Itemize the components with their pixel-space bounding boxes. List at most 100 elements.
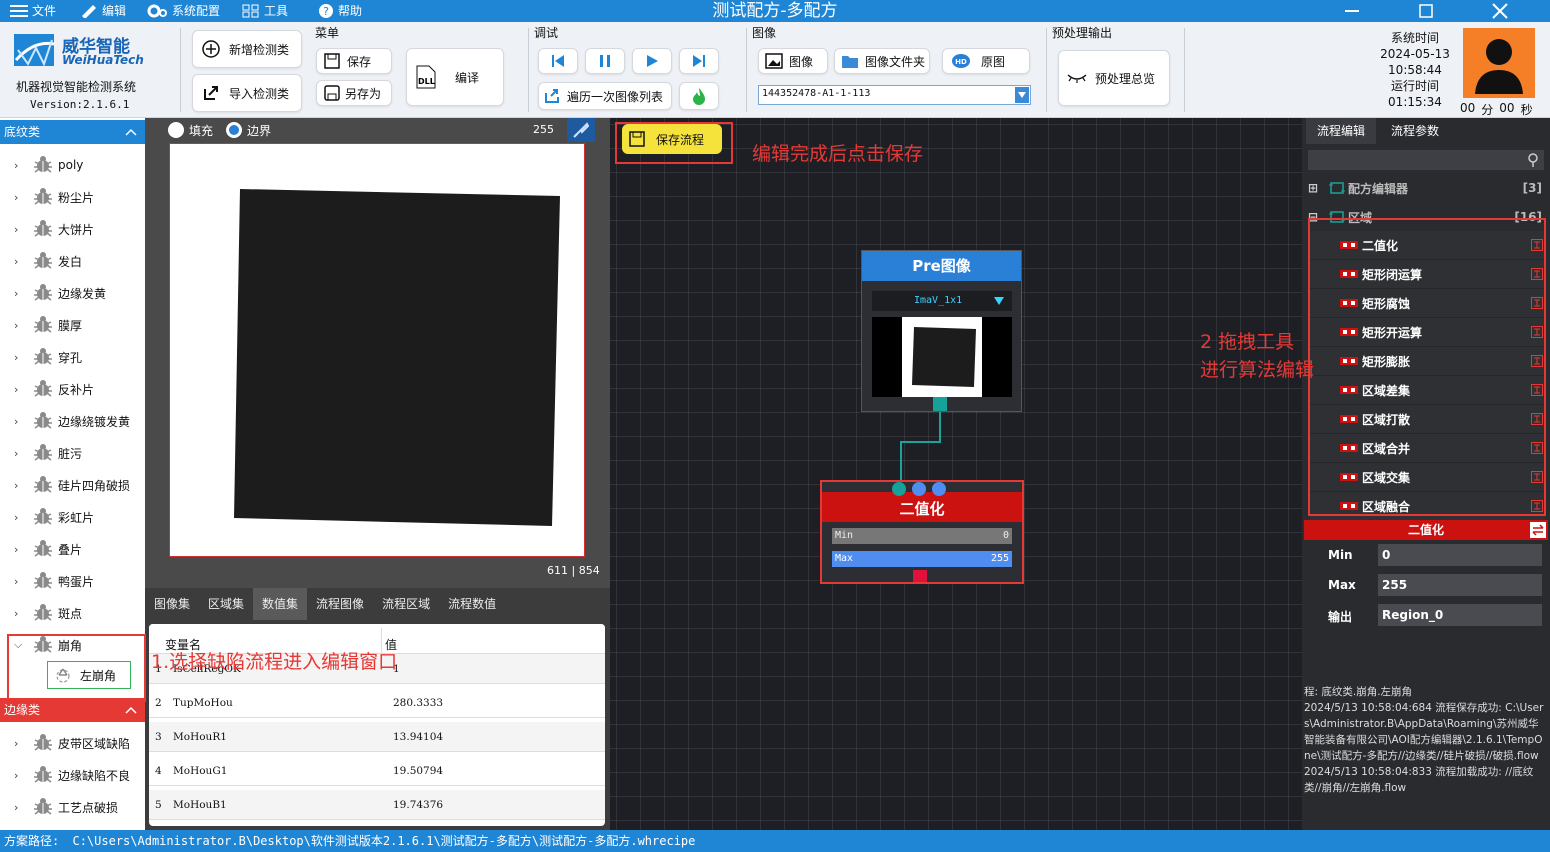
image-display[interactable] [169, 143, 585, 557]
add-detect-button[interactable]: 新增检测类 [192, 30, 302, 68]
input-port[interactable] [892, 482, 906, 496]
image-folder-button[interactable]: 图像文件夹 [834, 48, 930, 74]
border-radio[interactable]: 边界 [225, 121, 271, 139]
tree-item[interactable]: › poly [0, 149, 145, 181]
table-row[interactable]: 3 MoHouR1 13.94104 [149, 722, 605, 752]
original-image-button[interactable]: HD 原图 [942, 48, 1030, 74]
tree-item[interactable]: › 彩虹片 [0, 501, 145, 533]
chevron-right-icon[interactable]: › [14, 511, 28, 524]
param-input[interactable]: Region_0 [1378, 604, 1542, 626]
tree-item[interactable]: › 粉尘片 [0, 181, 145, 213]
pre-node-select[interactable]: ImaV_1x1 [872, 291, 1012, 311]
tree-item[interactable]: › 反补片 [0, 373, 145, 405]
tree-item[interactable]: › 工艺点破损 [0, 791, 145, 823]
tab-1[interactable]: 区域集 [199, 588, 253, 620]
save-as-button[interactable]: 另存为 [316, 80, 392, 106]
output-port[interactable] [913, 570, 927, 582]
run-button[interactable] [679, 82, 719, 110]
flow-canvas[interactable]: 保存流程 Pre图像 ImaV_1x1 二值化 Min 0 Max 255 [610, 118, 1302, 830]
import-detect-button[interactable]: 导入检测类 [192, 74, 302, 112]
chevron-right-icon[interactable]: › [14, 543, 28, 556]
image-select[interactable]: 144352478-A1-1-113 [758, 85, 1031, 105]
output-port[interactable] [933, 397, 947, 411]
last-image-button[interactable] [679, 48, 719, 74]
play-button[interactable] [632, 48, 672, 74]
menu-edit[interactable]: 编辑 [80, 0, 126, 22]
compile-button[interactable]: DLL 编译 [406, 48, 504, 106]
menu-help[interactable]: ? 帮助 [318, 0, 362, 22]
tree-item[interactable]: › 鸭蛋片 [0, 565, 145, 597]
param-toggle-button[interactable] [1530, 522, 1546, 538]
tree-item[interactable]: › 大饼片 [0, 213, 145, 245]
expand-icon: ⊞ [1308, 181, 1319, 195]
chevron-right-icon[interactable]: › [14, 479, 28, 492]
menu-tools[interactable]: 工具 [242, 0, 288, 22]
pre-image-node[interactable]: Pre图像 ImaV_1x1 [861, 250, 1022, 412]
tree-item[interactable]: › 膜厚 [0, 309, 145, 341]
chevron-right-icon[interactable]: › [14, 801, 28, 814]
binarize-node[interactable]: 二值化 Min 0 Max 255 [820, 480, 1024, 584]
param-input[interactable]: 0 [1378, 544, 1542, 566]
tree-item[interactable]: › 边缘缺陷不良 [0, 759, 145, 791]
minimize-button[interactable] [1332, 0, 1372, 22]
close-button[interactable] [1480, 0, 1520, 22]
traverse-button[interactable]: 遍历一次图像列表 [538, 82, 672, 110]
tab-3[interactable]: 流程图像 [307, 588, 373, 620]
menu-file[interactable]: 文件 [10, 0, 56, 22]
tree-item[interactable]: › 边缘发黄 [0, 277, 145, 309]
tree-item[interactable]: › 穿孔 [0, 341, 145, 373]
menu-sysconfig[interactable]: 系统配置 [146, 0, 220, 22]
chevron-right-icon[interactable]: › [14, 191, 28, 204]
tree-item[interactable]: › 皮带区域缺陷 [0, 727, 145, 759]
chevron-right-icon[interactable]: › [14, 351, 28, 364]
tree-item[interactable]: › 发白 [0, 245, 145, 277]
tree-item[interactable]: › 斑点 [0, 597, 145, 629]
tree-item[interactable]: › 边缘绕镀发黄 [0, 405, 145, 437]
tab-flow-params[interactable]: 流程参数 [1380, 118, 1450, 144]
tree-item[interactable]: › 硅片四角破损 [0, 469, 145, 501]
tab-flow-edit[interactable]: 流程编辑 [1306, 118, 1376, 144]
maximize-button[interactable] [1406, 0, 1446, 22]
fill-radio[interactable]: 填充 [167, 121, 213, 139]
brush-button[interactable] [567, 118, 595, 142]
min-slider[interactable]: Min 0 [832, 528, 1012, 544]
tab-5[interactable]: 流程数值 [439, 588, 505, 620]
table-row[interactable]: 2 TupMoHou 280.3333 [149, 688, 605, 718]
chevron-right-icon[interactable]: › [14, 415, 28, 428]
max-slider[interactable]: Max 255 [832, 551, 1012, 567]
chevron-right-icon[interactable]: › [14, 159, 28, 172]
table-row[interactable]: 5 MoHouB1 19.74376 [149, 790, 605, 820]
tool-search-input[interactable] [1308, 150, 1544, 170]
chevron-right-icon[interactable]: › [14, 383, 28, 396]
chevron-right-icon[interactable]: › [14, 287, 28, 300]
tab-0[interactable]: 图像集 [145, 588, 199, 620]
bug-icon [34, 219, 52, 237]
chevron-right-icon[interactable]: › [14, 319, 28, 332]
input-port[interactable] [912, 482, 926, 496]
chevron-right-icon[interactable]: › [14, 447, 28, 460]
avatar[interactable] [1463, 28, 1535, 98]
tree-item[interactable]: › 叠片 [0, 533, 145, 565]
tree-root[interactable]: ⊞ 配方编辑器 [3] [1308, 180, 1544, 196]
chevron-right-icon[interactable]: › [14, 737, 28, 750]
param-input[interactable]: 255 [1378, 574, 1542, 596]
chevron-right-icon[interactable]: › [14, 255, 28, 268]
first-image-button[interactable] [538, 48, 578, 74]
image-button[interactable]: 图像 [758, 48, 828, 74]
dropdown-button[interactable] [1015, 87, 1029, 103]
pause-button[interactable] [585, 48, 625, 74]
tab-4[interactable]: 流程区域 [373, 588, 439, 620]
category-header[interactable]: 底纹类 [0, 120, 145, 144]
chevron-right-icon[interactable]: › [14, 769, 28, 782]
tree-item-label: 硅片四角破损 [58, 478, 131, 493]
table-row[interactable]: 4 MoHouG1 19.50794 [149, 756, 605, 786]
tab-2[interactable]: 数值集 [253, 588, 308, 620]
tree-item[interactable]: › 脏污 [0, 437, 145, 469]
chevron-right-icon[interactable]: › [14, 223, 28, 236]
save-button[interactable]: 保存 [316, 48, 392, 74]
input-port[interactable] [932, 482, 946, 496]
preprocess-overview-button[interactable]: 预处理总览 [1058, 50, 1170, 106]
chevron-right-icon[interactable]: › [14, 575, 28, 588]
flow-node-icon [1329, 182, 1345, 194]
chevron-right-icon[interactable]: › [14, 607, 28, 620]
